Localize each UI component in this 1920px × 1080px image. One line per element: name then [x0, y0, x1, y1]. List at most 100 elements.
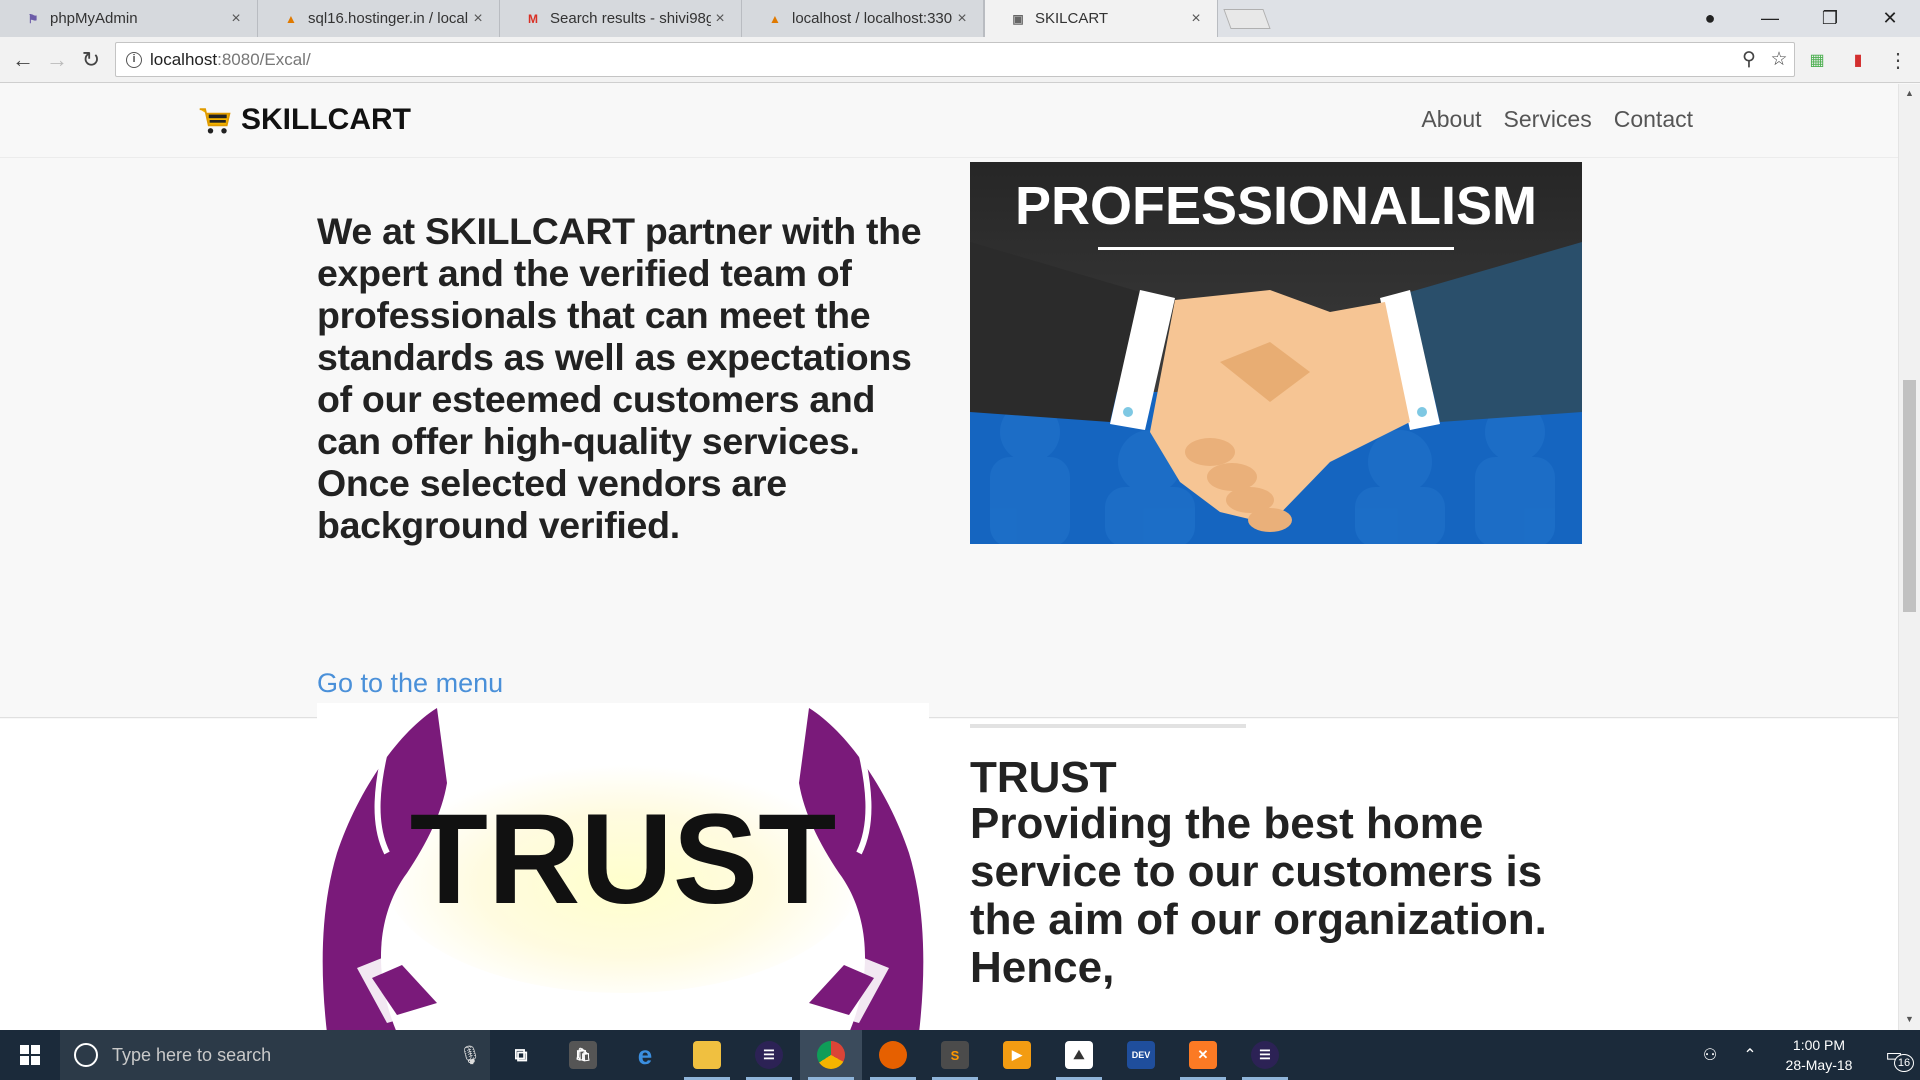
close-tab-icon[interactable]: × — [711, 10, 729, 28]
taskbar-media-player[interactable]: ▶ — [986, 1030, 1048, 1080]
info-icon[interactable]: i — [126, 51, 142, 68]
taskbar-search[interactable]: Type here to search 🎙 — [60, 1030, 490, 1080]
scroll-down-arrow[interactable]: ▼ — [1905, 1014, 1914, 1024]
forward-button[interactable]: → — [42, 45, 72, 75]
taskbar-firefox[interactable] — [862, 1030, 924, 1080]
profile-icon[interactable]: ● — [1680, 0, 1740, 37]
professionalism-caption: PROFESSIONALISM — [1015, 176, 1537, 236]
clock[interactable]: 1:00 PM 28-May-18 — [1770, 1035, 1868, 1075]
bookmark-star-icon[interactable]: ☆ — [1764, 48, 1794, 71]
taskbar-photos[interactable]: ⛰ — [1048, 1030, 1110, 1080]
nav-about[interactable]: About — [1421, 106, 1481, 133]
task-view-icon: ⧉ — [514, 1044, 528, 1065]
notification-count: 16 — [1894, 1054, 1914, 1072]
devc-icon: DEV — [1127, 1041, 1155, 1069]
scrollbar-thumb[interactable] — [1903, 380, 1916, 612]
trust-title: TRUST — [970, 753, 1117, 802]
action-center-button[interactable]: ▭ 16 — [1868, 1030, 1920, 1080]
trust-body: Providing the best home service to our c… — [970, 799, 1547, 992]
trust-image: TRUST — [317, 703, 929, 1033]
system-tray: ⚇ ⌃ 1:00 PM 28-May-18 ▭ 16 — [1690, 1030, 1920, 1080]
taskbar-devc[interactable]: DEV — [1110, 1030, 1172, 1080]
xampp-icon: ✕ — [1189, 1041, 1217, 1069]
go-to-menu-link[interactable]: Go to the menu — [317, 668, 503, 699]
media-player-icon: ▶ — [1003, 1041, 1031, 1069]
show-hidden-icons-chevron[interactable]: ⌃ — [1730, 1045, 1770, 1065]
taskbar-store[interactable]: 🛍 — [552, 1030, 614, 1080]
clock-time: 1:00 PM — [1792, 1037, 1846, 1053]
task-view-button[interactable]: ⧉ — [490, 1030, 552, 1080]
trust-divider — [970, 724, 1246, 728]
professionalism-image: PROFESSIONALISM — [970, 162, 1582, 544]
people-icon[interactable]: ⚇ — [1690, 1045, 1730, 1065]
extension-icon[interactable]: ▮ — [1846, 48, 1870, 72]
tab-title: localhost / localhost:3307 — [792, 10, 953, 27]
taskbar-xampp[interactable]: ✕ — [1172, 1030, 1234, 1080]
sublime-icon: S — [941, 1041, 969, 1069]
taskbar-eclipse[interactable]: ☰ — [738, 1030, 800, 1080]
microphone-icon[interactable]: 🎙 — [450, 1045, 490, 1066]
eclipse-icon: ☰ — [1251, 1041, 1279, 1069]
tab-title: sql16.hostinger.in / localh — [308, 10, 469, 27]
brand[interactable]: SKILLCART — [197, 102, 411, 138]
taskbar-eclipse-2[interactable]: ☰ — [1234, 1030, 1296, 1080]
browser-tab-strip: ⚑ phpMyAdmin × ▲ sql16.hostinger.in / lo… — [0, 0, 1920, 37]
back-button[interactable]: ← — [8, 45, 38, 75]
trust-caption: TRUST — [410, 788, 837, 931]
minimize-button[interactable]: — — [1740, 0, 1800, 37]
taskbar-file-explorer[interactable] — [676, 1030, 738, 1080]
menu-kebab-icon[interactable]: ⋮ — [1886, 48, 1910, 72]
zoom-icon[interactable]: ⚲ — [1734, 48, 1764, 71]
photos-icon: ⛰ — [1065, 1041, 1093, 1069]
pma-icon: ▲ — [285, 11, 297, 26]
restore-button[interactable]: ❐ — [1800, 0, 1860, 37]
page-icon: ▣ — [1012, 11, 1024, 26]
trust-section — [0, 719, 1898, 1030]
site-navbar: SKILLCART About Services Contact — [0, 84, 1898, 158]
cortana-icon — [74, 1043, 98, 1067]
tab-title: Search results - shivi98g — [550, 10, 711, 27]
nav-services[interactable]: Services — [1504, 106, 1592, 133]
close-tab-icon[interactable]: × — [469, 10, 487, 28]
edge-icon: e — [637, 1039, 653, 1070]
chrome-icon — [817, 1041, 845, 1069]
taskbar-sublime[interactable]: S — [924, 1030, 986, 1080]
tab-phpmyadmin[interactable]: ⚑ phpMyAdmin × — [0, 0, 258, 37]
pma-icon: ▲ — [769, 11, 781, 26]
address-bar[interactable]: i localhost:8080/Excal/ ⚲ ☆ — [115, 42, 1795, 77]
url-text[interactable]: localhost:8080/Excal/ — [150, 50, 1734, 70]
scroll-up-arrow[interactable]: ▲ — [1905, 88, 1914, 98]
taskbar-edge[interactable]: e — [614, 1030, 676, 1080]
tab-title: SKILCART — [1035, 10, 1109, 27]
close-tab-icon[interactable]: × — [953, 10, 971, 28]
nav-contact[interactable]: Contact — [1614, 106, 1693, 133]
search-placeholder: Type here to search — [112, 1044, 272, 1065]
close-tab-icon[interactable]: × — [227, 10, 245, 28]
url-path: :8080/Excal/ — [217, 49, 311, 69]
folder-icon — [693, 1041, 721, 1069]
eclipse-icon: ☰ — [755, 1041, 783, 1069]
url-host: localhost — [150, 49, 218, 69]
page-viewport: SKILLCART About Services Contact We at S… — [0, 84, 1898, 1030]
shopping-cart-icon — [199, 108, 231, 134]
extension-icon[interactable]: ▦ — [1805, 48, 1829, 72]
store-icon: 🛍 — [569, 1041, 597, 1069]
clock-date: 28-May-18 — [1785, 1057, 1853, 1073]
reload-button[interactable]: ↻ — [76, 45, 106, 75]
page-scrollbar[interactable]: ▲ ▼ — [1898, 84, 1920, 1030]
taskbar: Type here to search 🎙 ⧉ 🛍 e ☰ S ▶ ⛰ DEV … — [0, 1030, 1920, 1080]
tab-localhost-pma[interactable]: ▲ localhost / localhost:3307 × — [742, 0, 984, 37]
section1-text: We at SKILLCART partner with the expert … — [317, 210, 922, 546]
tab-skilcart[interactable]: ▣ SKILCART × — [984, 0, 1218, 37]
start-button[interactable] — [0, 1030, 60, 1080]
browser-toolbar: ← → ↻ i localhost:8080/Excal/ ⚲ ☆ ▦ ▮ ⋮ — [0, 37, 1920, 83]
new-tab-button[interactable] — [1223, 9, 1271, 29]
tab-gmail-search[interactable]: M Search results - shivi98g × — [500, 0, 742, 37]
close-window-button[interactable]: ✕ — [1860, 0, 1920, 37]
nav-links: About Services Contact — [1421, 106, 1693, 133]
brand-name: SKILLCART — [241, 103, 411, 136]
taskbar-chrome[interactable] — [800, 1030, 862, 1080]
tab-sql16-hostinger[interactable]: ▲ sql16.hostinger.in / localh × — [258, 0, 500, 37]
firefox-icon — [879, 1041, 907, 1069]
close-tab-icon[interactable]: × — [1187, 10, 1205, 28]
